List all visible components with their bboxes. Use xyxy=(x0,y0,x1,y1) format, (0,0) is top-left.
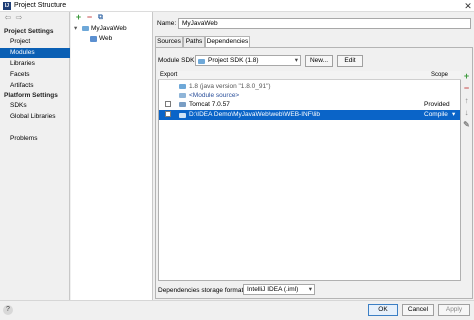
forward-arrow-icon[interactable]: ⇨ xyxy=(14,13,24,23)
close-icon[interactable]: ✕ xyxy=(462,0,474,12)
web-facet-icon xyxy=(90,36,97,42)
sidebar-item-sdks[interactable]: SDKs xyxy=(0,101,70,111)
module-sdk-select[interactable]: Project SDK (1.8) ▾ xyxy=(195,55,301,66)
app-icon: IJ xyxy=(3,2,11,10)
move-up-icon[interactable]: ↑ xyxy=(462,96,471,105)
tree-item-web[interactable]: Web xyxy=(99,34,112,43)
storage-format-label: Dependencies storage format: xyxy=(158,287,246,294)
sidebar-item-artifacts[interactable]: Artifacts xyxy=(0,81,70,91)
tab-dependencies[interactable]: Dependencies xyxy=(205,36,250,47)
dependency-name: D:\IDEA Demo\MyJavaWeb\web\WEB-INF\lib xyxy=(189,111,320,118)
sidebar-item-project[interactable]: Project xyxy=(0,37,70,47)
chevron-down-icon: ▾ xyxy=(308,286,312,293)
back-arrow-icon[interactable]: ⇦ xyxy=(3,13,13,23)
name-label: Name: xyxy=(157,20,177,27)
table-header: Export Scope xyxy=(158,71,461,80)
table-row[interactable]: <Module source> xyxy=(159,91,460,100)
project-settings-header: Project Settings xyxy=(4,28,54,35)
remove-module-icon[interactable]: − xyxy=(85,13,94,22)
sidebar-item-problems[interactable]: Problems xyxy=(0,134,70,144)
dependency-name: 1.8 (java version "1.8.0_91") xyxy=(189,83,271,90)
move-down-icon[interactable]: ↓ xyxy=(462,108,471,117)
storage-format-value: IntelliJ IDEA (.iml) xyxy=(247,286,299,293)
title-bar: IJ Project Structure ✕ xyxy=(0,0,474,12)
window-title: Project Structure xyxy=(14,2,67,9)
dependency-name: <Module source> xyxy=(189,92,240,99)
table-row[interactable]: Tomcat 7.0.57 Provided xyxy=(159,100,460,109)
source-folder-icon xyxy=(179,93,186,98)
jdk-folder-icon xyxy=(179,84,186,89)
export-column-header: Export xyxy=(160,72,178,78)
module-sdk-value: Project SDK (1.8) xyxy=(208,57,259,64)
apply-button[interactable]: Apply xyxy=(438,304,470,316)
sidebar-item-facets[interactable]: Facets xyxy=(0,70,70,80)
storage-format-select[interactable]: IntelliJ IDEA (.iml) ▾ xyxy=(243,284,315,295)
chevron-down-icon: ▾ xyxy=(294,57,298,64)
help-icon[interactable]: ? xyxy=(3,305,13,315)
scope-column-header: Scope xyxy=(431,72,449,78)
expand-arrow-icon[interactable]: ▾ xyxy=(74,24,77,33)
export-checkbox[interactable] xyxy=(165,101,171,107)
table-row[interactable]: 1.8 (java version "1.8.0_91") xyxy=(159,82,460,91)
scope-value[interactable]: Provided xyxy=(424,100,450,109)
export-checkbox[interactable] xyxy=(165,111,171,117)
tab-sources[interactable]: Sources xyxy=(155,36,183,47)
tab-paths[interactable]: Paths xyxy=(183,36,205,47)
module-name-input[interactable]: MyJavaWeb xyxy=(178,18,471,29)
tree-item-module[interactable]: MyJavaWeb xyxy=(91,24,127,33)
table-row-selected[interactable]: D:\IDEA Demo\MyJavaWeb\web\WEB-INF\lib C… xyxy=(159,110,460,120)
chevron-down-icon: ▾ xyxy=(452,111,456,118)
dependency-name: Tomcat 7.0.57 xyxy=(189,101,230,108)
new-sdk-button[interactable]: New... xyxy=(305,55,333,67)
copy-module-icon[interactable]: ⧉ xyxy=(96,13,105,22)
sdk-folder-icon xyxy=(198,59,205,64)
scope-value[interactable]: Compile xyxy=(424,110,448,120)
modules-tree-pane xyxy=(71,12,153,300)
edit-sdk-button[interactable]: Edit xyxy=(337,55,363,67)
remove-dependency-icon[interactable]: − xyxy=(462,84,471,93)
add-module-icon[interactable]: + xyxy=(74,13,83,22)
sidebar-item-modules[interactable]: Modules xyxy=(0,48,70,58)
library-icon xyxy=(179,102,186,107)
add-dependency-icon[interactable]: + xyxy=(462,72,471,81)
module-folder-icon xyxy=(82,26,89,31)
lib-folder-icon xyxy=(179,113,186,118)
platform-settings-header: Platform Settings xyxy=(4,92,58,99)
sidebar-item-global-libraries[interactable]: Global Libraries xyxy=(0,112,70,122)
sidebar-item-libraries[interactable]: Libraries xyxy=(0,59,70,69)
cancel-button[interactable]: Cancel xyxy=(402,304,434,316)
ok-button[interactable]: OK xyxy=(368,304,398,316)
edit-dependency-icon[interactable]: ✎ xyxy=(462,120,471,129)
module-sdk-label: Module SDK: xyxy=(158,57,197,64)
